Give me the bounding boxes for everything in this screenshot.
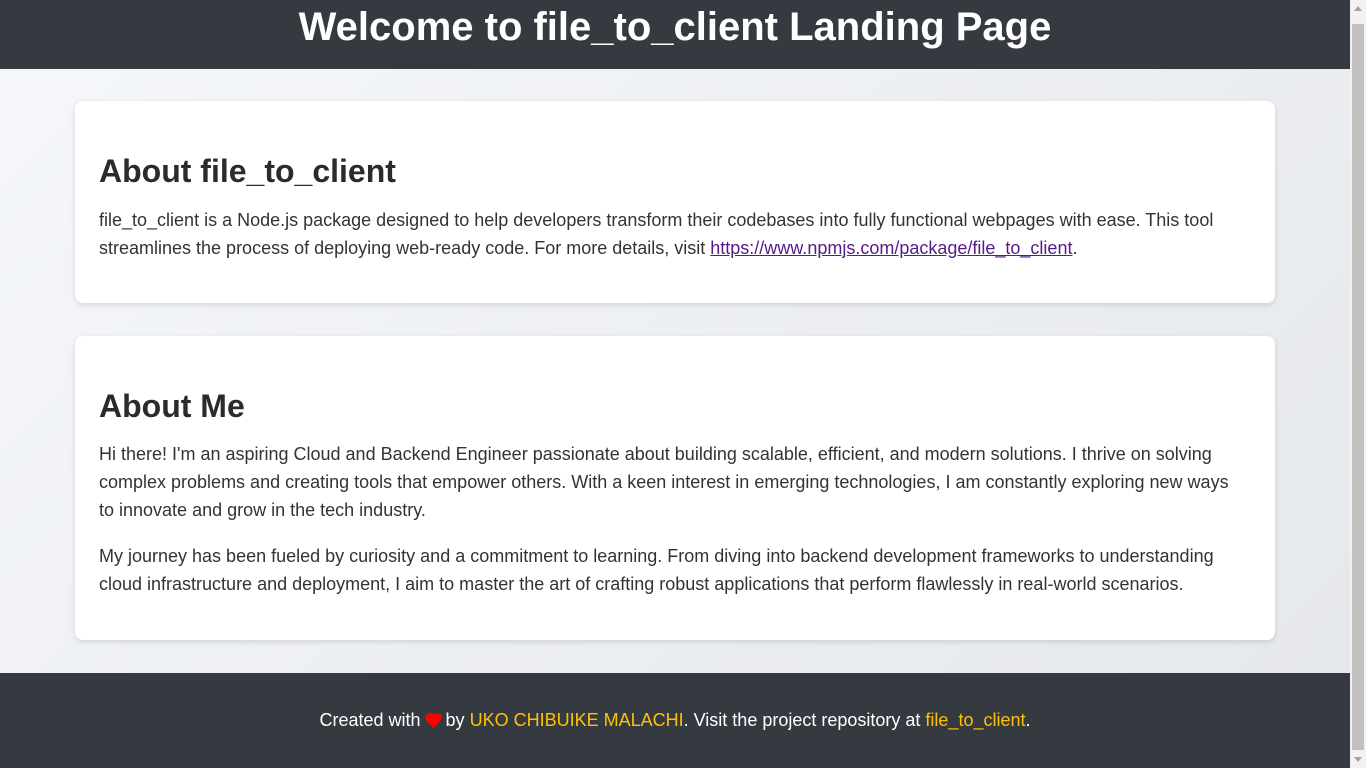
- npm-package-link[interactable]: https://www.npmjs.com/package/file_to_cl…: [710, 238, 1072, 258]
- about-me-paragraph-2: My journey has been fueled by curiosity …: [99, 546, 1214, 594]
- vertical-scrollbar[interactable]: [1350, 0, 1366, 768]
- scroll-up-arrow-icon[interactable]: [1354, 6, 1362, 11]
- page-header: Welcome to file_to_client Landing Page: [0, 0, 1350, 69]
- heart-icon: [425, 710, 442, 731]
- footer-by: by: [445, 710, 465, 730]
- repository-link[interactable]: file_to_client: [925, 710, 1025, 731]
- footer-visit-text: . Visit the project repository at: [683, 710, 921, 730]
- about-me-card: About Me Hi there! I'm an aspiring Cloud…: [75, 336, 1275, 640]
- about-package-card: About file_to_client file_to_client is a…: [75, 101, 1275, 303]
- scrollbar-thumb[interactable]: [1352, 24, 1364, 750]
- about-me-heading: About Me: [99, 388, 245, 424]
- about-me-paragraph-1: Hi there! I'm an aspiring Cloud and Back…: [99, 444, 1229, 520]
- page-footer: Created with by UKO CHIBUIKE MALACHI. Vi…: [0, 673, 1350, 768]
- about-package-text-after-link: .: [1072, 238, 1078, 258]
- footer-end: .: [1025, 710, 1031, 730]
- footer-created-with: Created with: [319, 710, 421, 730]
- about-package-text: file_to_client is a Node.js package desi…: [99, 206, 1239, 262]
- scroll-down-arrow-icon[interactable]: [1354, 757, 1362, 762]
- page: Welcome to file_to_client Landing Page A…: [0, 0, 1350, 768]
- main-content: About file_to_client file_to_client is a…: [0, 69, 1350, 673]
- about-package-heading: About file_to_client: [99, 153, 396, 189]
- author-link[interactable]: UKO CHIBUIKE MALACHI: [470, 710, 684, 731]
- page-title: Welcome to file_to_client Landing Page: [298, 4, 1052, 49]
